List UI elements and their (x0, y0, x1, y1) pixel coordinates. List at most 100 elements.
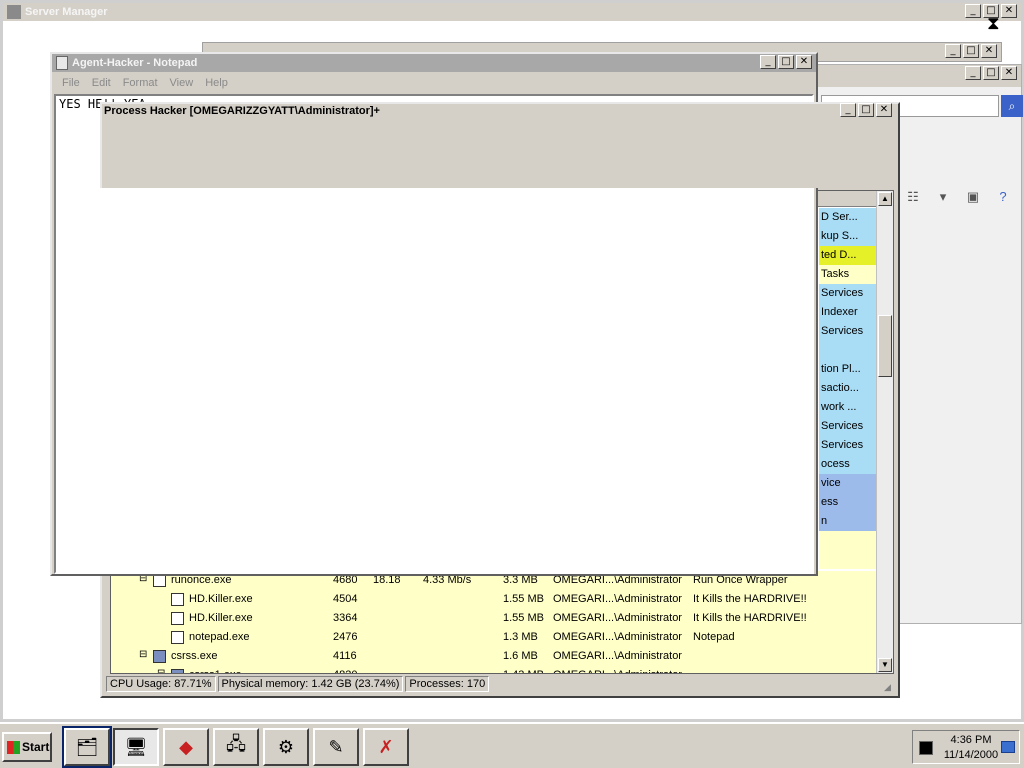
process-icon (171, 612, 184, 625)
expander-icon[interactable]: ⊟ (139, 649, 147, 660)
process-hacker-icon: ◆ (179, 736, 193, 757)
maximize-button[interactable]: □ (963, 44, 979, 58)
minimize-button[interactable]: _ (965, 66, 981, 80)
description-cell: ted D... (819, 246, 877, 265)
filter-placeholder: rl+K) (850, 150, 874, 162)
process-pid: 3364 (333, 612, 358, 624)
menu-file[interactable]: File (58, 77, 84, 89)
process-name: csrss.exe (171, 650, 218, 662)
taskbar: Start 🗂 🖥 ◆ 🖧 ⚙ ✎ ✗ 4:36 PM 11/14/2000 (0, 722, 1024, 768)
menu-format[interactable]: Format (119, 77, 162, 89)
notepad-taskbar-button[interactable]: ✎ (313, 728, 359, 766)
minimize-button[interactable]: _ (965, 4, 981, 18)
notepad-icon: ✎ (328, 736, 344, 757)
process-icon (171, 631, 184, 644)
description-cell: Tasks (819, 265, 877, 284)
scroll-down-button[interactable]: ▼ (878, 658, 892, 672)
editor-icon: ✗ (378, 736, 394, 757)
table-row[interactable]: notepad.exe 2476 1.3 MB OMEGARI...\Administ… (111, 628, 877, 647)
network-icon: 🖧 (225, 734, 247, 754)
maximize-button[interactable]: □ (778, 55, 794, 69)
server-manager-icon: 🖥 (124, 736, 148, 757)
editor-taskbar-button[interactable]: ✗ (363, 728, 409, 766)
process-hacker-titlebar[interactable]: Process Hacker [OMEGARIZZGYATT\Administr… (100, 102, 896, 120)
maximize-button[interactable]: □ (858, 103, 874, 117)
command-prompt-icon[interactable] (919, 741, 933, 755)
close-button[interactable]: ✕ (1001, 4, 1017, 18)
minimize-button[interactable]: _ (945, 44, 961, 58)
process-description: Notepad (693, 631, 735, 643)
cpu-usage-status: CPU Usage: 87.71% (106, 676, 216, 692)
process-memory: 1.55 MB (503, 593, 544, 605)
preview-pane-icon[interactable]: ▣ (965, 189, 981, 205)
server-manager-icon (7, 5, 21, 19)
notepad-titlebar[interactable]: Agent-Hacker - Notepad _ □ ✕ (52, 54, 816, 72)
search-icon[interactable]: ⚲ (882, 148, 892, 164)
description-cell: Services (819, 436, 877, 455)
description-cell: ocess (819, 455, 877, 474)
table-row[interactable]: HD.Killer.exe 4504 1.55 MB OMEGARI...\Admin… (111, 590, 877, 609)
description-cell: sactio... (819, 379, 877, 398)
description-cell: D Ser... (819, 208, 877, 227)
hourglass-cursor-icon: ⧗ (987, 13, 1000, 34)
scroll-thumb[interactable] (878, 315, 892, 377)
network-status-icon[interactable] (1001, 741, 1015, 753)
view-options-icon[interactable]: ☷ (905, 189, 921, 205)
notepad-menu-bar: File Edit Format View Help (52, 74, 232, 92)
process-memory: 1.6 MB (503, 650, 538, 662)
system-tray: 4:36 PM 11/14/2000 (912, 730, 1020, 764)
description-cell: Services (819, 322, 877, 341)
description-cell: ess (819, 493, 877, 512)
process-memory: 1.3 MB (503, 631, 538, 643)
scroll-up-button[interactable]: ▲ (878, 192, 892, 206)
windows-logo-icon (7, 740, 20, 754)
close-button[interactable]: ✕ (1001, 66, 1017, 80)
server-manager-title: Server Manager (25, 6, 108, 18)
process-hacker-title: Process Hacker [OMEGARIZZGYATT\Administr… (104, 105, 380, 117)
help-icon[interactable]: ? (995, 189, 1011, 205)
tools-taskbar-button[interactable]: ⚙ (263, 728, 309, 766)
close-button[interactable]: ✕ (876, 103, 892, 117)
server-manager-titlebar[interactable]: Server Manager _ □ ✕ (3, 3, 1021, 21)
background-window-titlebar[interactable]: _ □ ✕ (809, 65, 1021, 87)
process-pid: 4504 (333, 593, 358, 605)
process-pid: 4116 (333, 650, 357, 662)
minimize-button[interactable]: _ (840, 103, 856, 117)
chevron-down-icon[interactable]: ▾ (935, 189, 951, 205)
menu-help[interactable]: Help (201, 77, 232, 89)
vertical-scrollbar[interactable]: ▲ ▼ (876, 191, 893, 673)
description-cell: vice (819, 474, 877, 493)
table-row[interactable]: ⊟csrss1.exe48201.43 MBOMEGARI...\Adminis… (111, 666, 877, 673)
explorer-taskbar-button[interactable]: 🗂 (62, 726, 112, 768)
process-count-status: Processes: 170 (405, 676, 490, 692)
clock-date[interactable]: 11/14/2000 (941, 749, 1001, 761)
table-row[interactable]: HD.Killer.exe 3364 1.55 MB OMEGARI...\Admin… (111, 609, 877, 628)
process-name: HD.Killer.exe (189, 612, 253, 624)
process-description: It Kills the HARDRIVE!! (693, 593, 807, 605)
notepad-text-area[interactable]: YES HE'' YEA (54, 94, 814, 574)
description-cell (819, 341, 877, 360)
start-label: Start (22, 740, 50, 754)
network-taskbar-button[interactable]: 🖧 (213, 728, 259, 766)
start-button[interactable]: Start (2, 732, 52, 762)
description-cell: work ... (819, 398, 877, 417)
menu-view[interactable]: View (166, 77, 198, 89)
table-row[interactable]: ⊟ csrss.exe 4116 1.6 MB OMEGARI...\Administr… (111, 647, 877, 666)
notepad-window: Agent-Hacker - Notepad _ □ ✕ File Edit F… (50, 52, 818, 576)
process-hacker-taskbar-button[interactable]: ◆ (163, 728, 209, 766)
minimize-button[interactable]: _ (760, 55, 776, 69)
description-cell: Services (819, 417, 877, 436)
process-user: OMEGARI...\Administrator (553, 593, 682, 605)
description-cell: Indexer (819, 303, 877, 322)
process-description: It Kills the HARDRIVE!! (693, 612, 807, 624)
close-button[interactable]: ✕ (981, 44, 997, 58)
memory-status: Physical memory: 1.42 GB (23.74%) (217, 676, 404, 692)
close-button[interactable]: ✕ (796, 55, 812, 69)
menu-edit[interactable]: Edit (88, 77, 115, 89)
server-manager-taskbar-button[interactable]: 🖥 (113, 728, 159, 766)
resize-grip-icon[interactable]: ◢ (884, 682, 896, 694)
maximize-button[interactable]: □ (983, 66, 999, 80)
search-icon[interactable]: ⌕ (1001, 95, 1023, 117)
process-pid: 2476 (333, 631, 358, 643)
clock-time[interactable]: 4:36 PM (943, 734, 999, 746)
